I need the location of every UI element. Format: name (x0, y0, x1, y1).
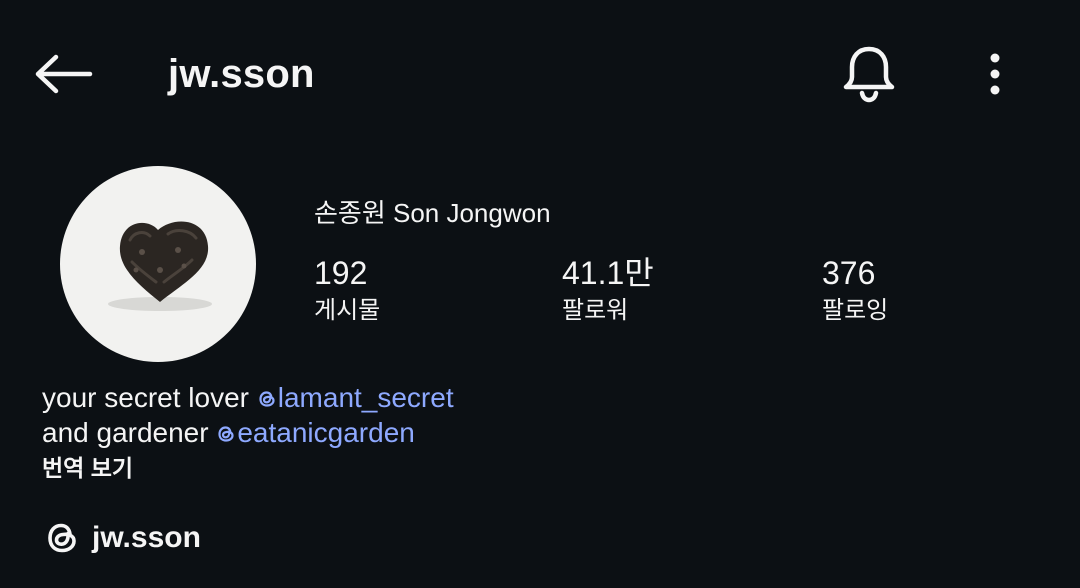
stat-posts-label: 게시물 (314, 297, 381, 324)
bio-line-2: and gardener eatanicgarden (42, 415, 454, 450)
notifications-button[interactable] (836, 40, 902, 106)
stat-following-label: 팔로잉 (822, 297, 889, 324)
bio-text-1: your secret lover (42, 382, 257, 413)
bio-text-2: and gardener (42, 417, 217, 448)
bio-line-1: your secret lover lamant_secret (42, 380, 454, 415)
page-title: jw.sson (168, 52, 315, 96)
threads-icon (218, 426, 234, 442)
bell-icon (843, 46, 895, 103)
profile-photo (108, 221, 212, 311)
stat-followers-label: 팔로워 (562, 297, 629, 324)
mention-lamant-secret-text: lamant_secret (277, 382, 454, 413)
stat-following[interactable]: 376 팔로잉 (822, 254, 888, 326)
stat-followers[interactable]: 41.1만 팔로워 (562, 254, 654, 326)
back-button[interactable] (30, 48, 96, 100)
see-translation-button[interactable]: 번역 보기 (42, 453, 133, 483)
threads-icon (48, 523, 76, 553)
more-options-button[interactable] (972, 48, 1018, 100)
threads-profile-link[interactable]: jw.sson (44, 516, 201, 560)
threads-icon (259, 391, 275, 407)
more-vertical-icon (990, 53, 1000, 95)
stat-following-value: 376 (822, 255, 876, 291)
avatar[interactable] (60, 166, 256, 362)
threads-handle: jw.sson (92, 521, 201, 554)
mention-eatanicgarden-text: eatanicgarden (237, 417, 415, 448)
profile-full-name: 손종원 Son Jongwon (314, 198, 551, 228)
mention-link-eatanicgarden[interactable]: eatanicgarden (216, 417, 415, 448)
stat-posts-value: 192 (314, 255, 368, 291)
bio: your secret lover lamant_secret and gard… (42, 380, 454, 450)
stat-followers-value: 41.1만 (562, 255, 654, 291)
stat-posts[interactable]: 192 게시물 (314, 254, 380, 326)
mention-link-lamant-secret[interactable]: lamant_secret (257, 382, 454, 413)
arrow-left-icon (35, 54, 93, 94)
